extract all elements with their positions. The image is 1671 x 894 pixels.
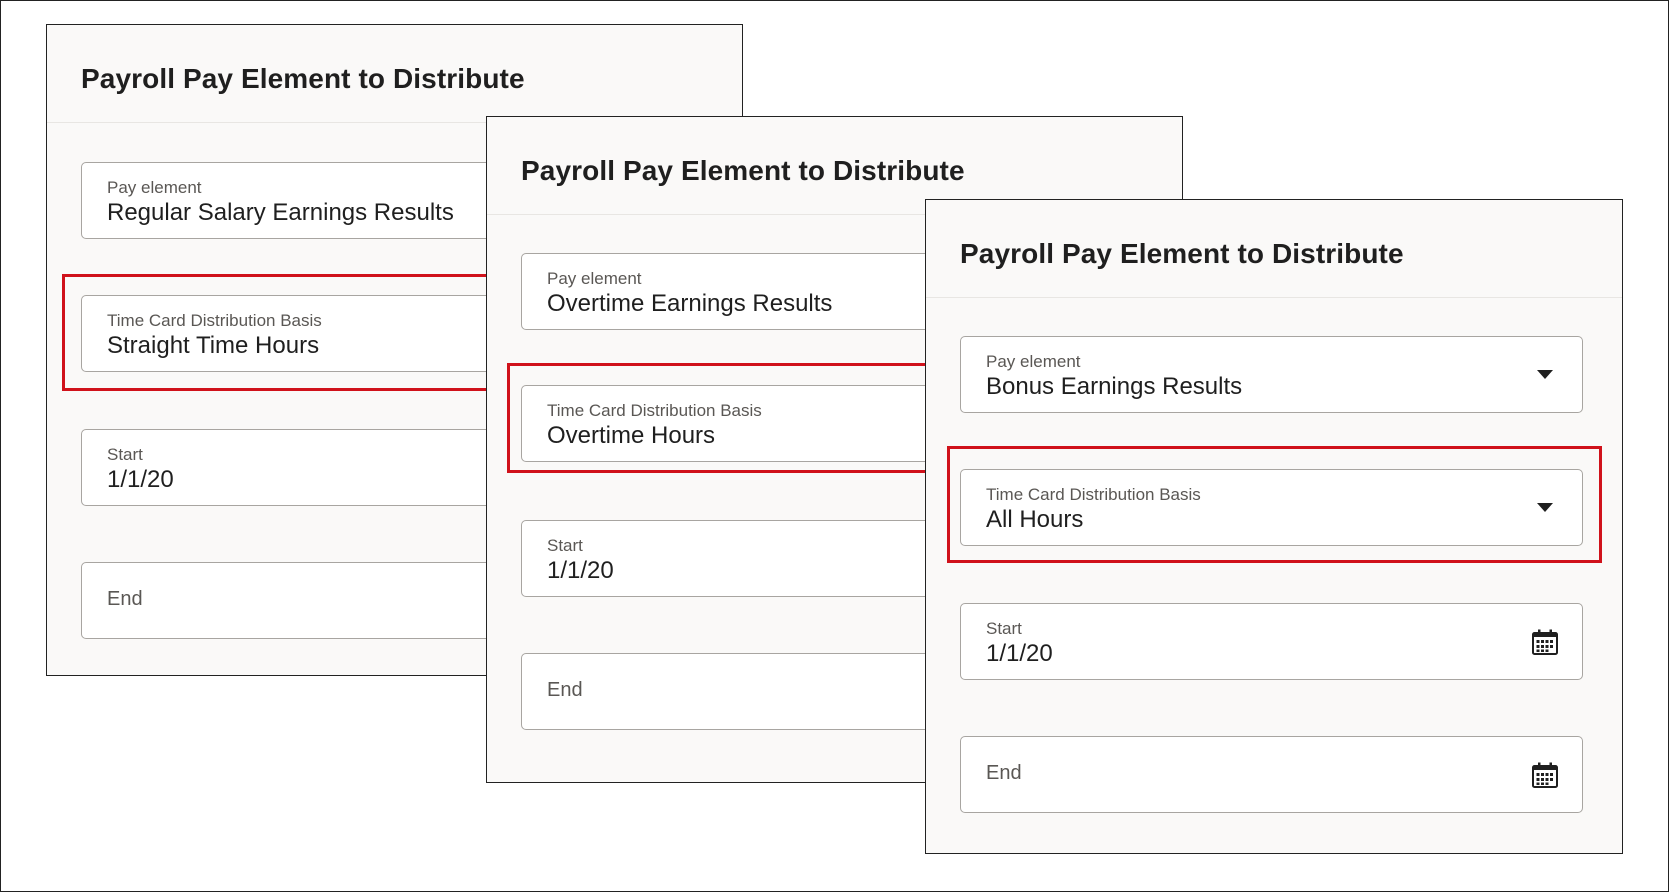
pay-element-value: Bonus Earnings Results: [986, 373, 1243, 400]
end-date-label: End: [547, 679, 583, 701]
pay-element-value: Regular Salary Earnings Results: [107, 199, 454, 226]
start-date-label: Start: [107, 445, 143, 464]
end-date-label: End: [107, 588, 143, 610]
pay-element-value: Overtime Earnings Results: [547, 290, 833, 317]
pay-element-label: Pay element: [986, 352, 1081, 371]
calendar-icon[interactable]: [1530, 760, 1560, 790]
panel-title: Payroll Pay Element to Distribute: [81, 63, 525, 94]
distribution-basis-highlight: [62, 274, 502, 391]
panel-title: Payroll Pay Element to Distribute: [960, 238, 1404, 269]
panel-title: Payroll Pay Element to Distribute: [521, 155, 965, 186]
start-date-label: Start: [547, 536, 583, 555]
end-date-field[interactable]: End: [960, 736, 1583, 813]
start-date-value: 1/1/20: [107, 466, 174, 493]
pay-element-select[interactable]: Pay element Bonus Earnings Results: [960, 336, 1583, 413]
start-date-value: 1/1/20: [547, 557, 614, 584]
end-date-label: End: [986, 762, 1022, 784]
pay-element-label: Pay element: [547, 269, 642, 288]
start-date-value: 1/1/20: [986, 640, 1053, 667]
chevron-down-icon[interactable]: [1530, 360, 1560, 390]
panel-header: Payroll Pay Element to Distribute: [926, 200, 1622, 298]
panel-header: Payroll Pay Element to Distribute: [47, 25, 742, 123]
start-date-label: Start: [986, 619, 1022, 638]
start-date-field[interactable]: Start 1/1/20: [960, 603, 1583, 680]
distribution-basis-highlight: [507, 363, 947, 473]
distribution-basis-highlight: [947, 446, 1602, 563]
calendar-icon[interactable]: [1530, 627, 1560, 657]
pay-element-label: Pay element: [107, 178, 202, 197]
